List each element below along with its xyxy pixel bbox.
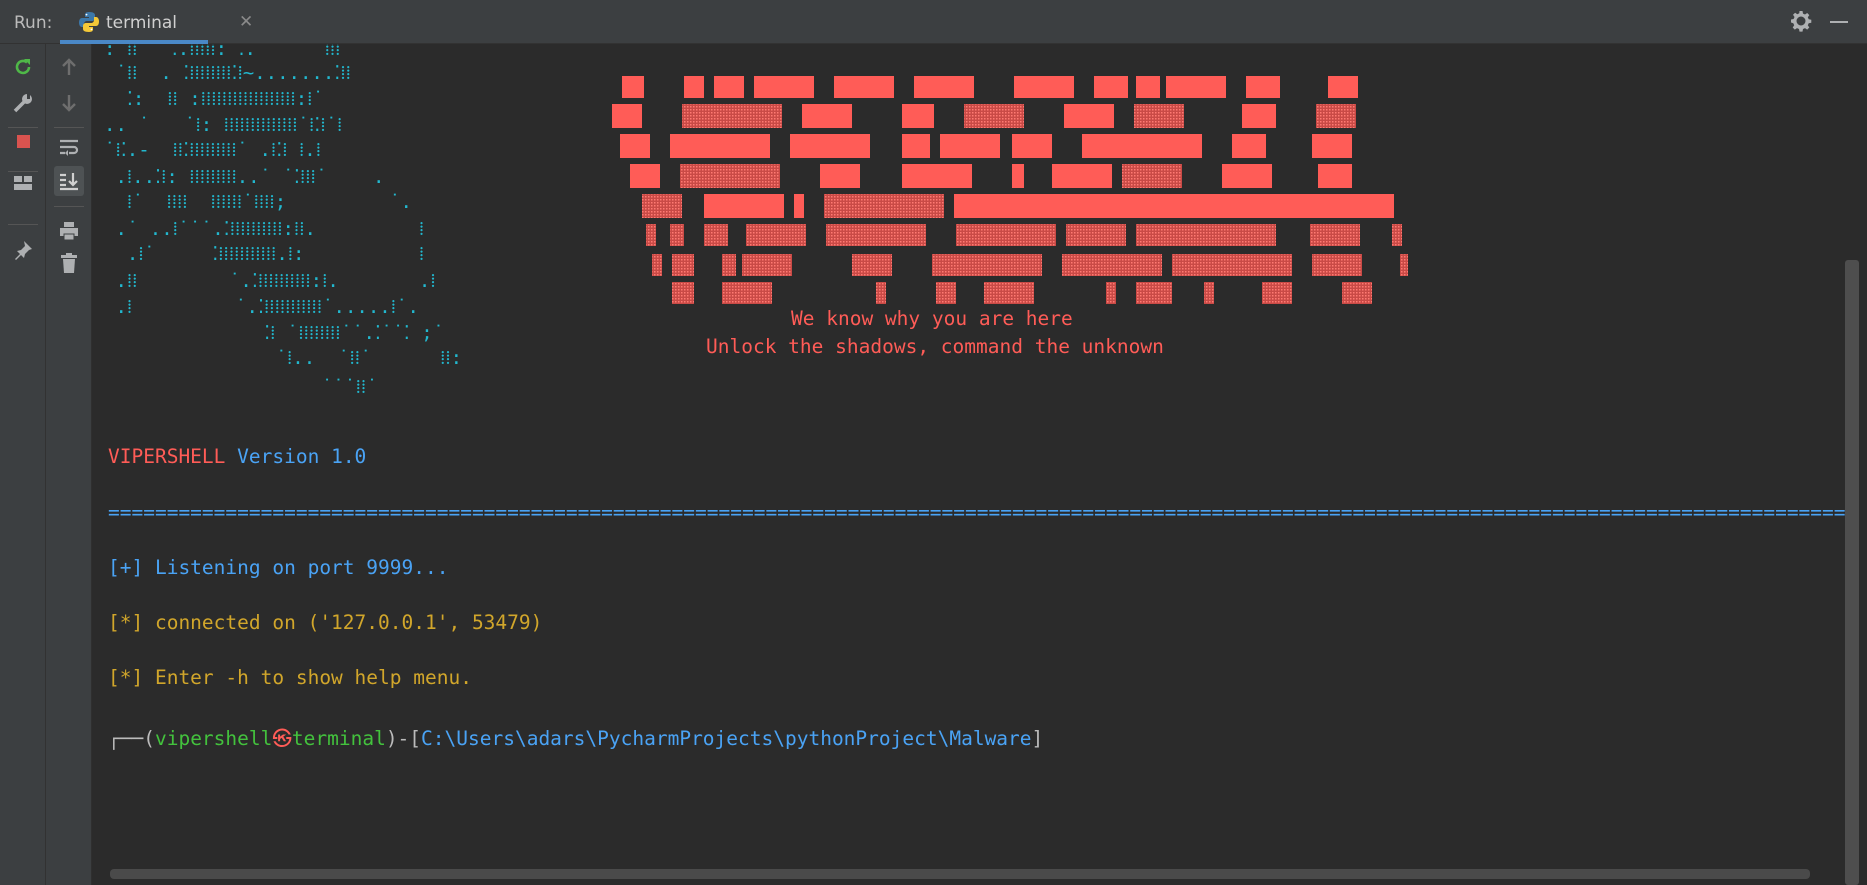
stop-button[interactable] (8, 114, 38, 148)
prompt-at: ㉿ (272, 727, 292, 750)
up-button[interactable] (54, 52, 84, 82)
product-name: VIPERSHELL (108, 445, 226, 468)
tab-terminal[interactable]: terminal ✕ (60, 0, 253, 44)
vipershell-banner-art (612, 76, 1408, 304)
divider-line: ========================================… (108, 501, 1845, 524)
rerun-button[interactable] (8, 52, 38, 82)
horizontal-scrollbar[interactable] (110, 869, 1810, 879)
scroll-to-end-icon (60, 173, 78, 191)
tab-label: terminal (106, 13, 178, 33)
prompt-path: C:\Users\adars\PycharmProjects\pythonPro… (421, 727, 1032, 750)
up-arrow-icon (62, 58, 76, 75)
console-actions-toolbar (46, 44, 92, 885)
prompt-mid: )-[ (385, 727, 422, 750)
clear-button[interactable] (54, 248, 84, 278)
listening-line: [+] Listening on port 9999... (108, 556, 449, 579)
minimize-icon[interactable] (1830, 21, 1848, 23)
print-button[interactable] (54, 216, 84, 246)
scroll-to-end-button[interactable] (54, 166, 84, 196)
help-hint-line: [*] Enter -h to show help menu. (108, 666, 472, 689)
close-icon[interactable]: ✕ (239, 12, 253, 32)
vertical-scroll-thumb[interactable] (1845, 260, 1859, 885)
prompt-end: ] (1031, 727, 1044, 750)
python-icon (79, 12, 99, 32)
down-arrow-icon (62, 95, 76, 112)
layout-button[interactable] (8, 154, 38, 190)
prompt-user: vipershell (154, 727, 273, 750)
pin-icon (15, 241, 32, 260)
tagline-1: We know why you are here (791, 307, 1073, 330)
version-line: VIPERSHELL Version 1.0 (108, 445, 366, 468)
layout-icon (14, 176, 32, 190)
run-toolwindow-header: Run: terminal ✕ (0, 0, 1867, 44)
print-icon (60, 222, 78, 241)
rerun-icon (15, 59, 31, 75)
pin-button[interactable] (8, 235, 38, 265)
tagline-2: Unlock the shadows, command the unknown (706, 335, 1164, 358)
gear-icon[interactable] (1790, 10, 1812, 32)
shell-prompt: ┌──(vipershell㉿terminal)-[C:\Users\adars… (108, 722, 1043, 751)
connected-line: [*] connected on ('127.0.0.1', 53479) (108, 611, 543, 634)
soft-wrap-icon (60, 139, 79, 156)
prompt-host: terminal (291, 727, 386, 750)
wrench-icon (13, 94, 32, 113)
stop-icon (17, 135, 30, 148)
console-output[interactable]: : ⁞⁞ ˙⁚.⁞⁞⁞⁞⁞: ⁚. ⁞⁞⁞ ˙⁞⁞ . ⁚⁞⁞⁞⁞⁞⁞⁞⁞⁚⁞~… (92, 44, 1845, 885)
vertical-scrollbar[interactable] (1845, 44, 1867, 885)
run-label: Run: (14, 13, 53, 33)
soft-wrap-button[interactable] (54, 132, 84, 162)
pycharm-run-window: Run: terminal ✕: ⁞⁞ ˙⁚.⁞⁞⁞⁞⁞: ⁚. ⁞⁞⁞ ˙⁞… (0, 0, 1867, 885)
version-text: Version 1.0 (237, 445, 367, 468)
run-actions-toolbar (0, 44, 46, 885)
prompt-corner: ┌──( (108, 727, 155, 750)
viper-ascii-art: : ⁞⁞ ˙⁚.⁞⁞⁞⁞⁞: ⁚. ⁞⁞⁞ ˙⁞⁞ . ⁚⁞⁞⁞⁞⁞⁞⁞⁞⁚⁞~… (104, 44, 463, 398)
trash-icon (61, 253, 77, 273)
down-button[interactable] (54, 88, 84, 118)
